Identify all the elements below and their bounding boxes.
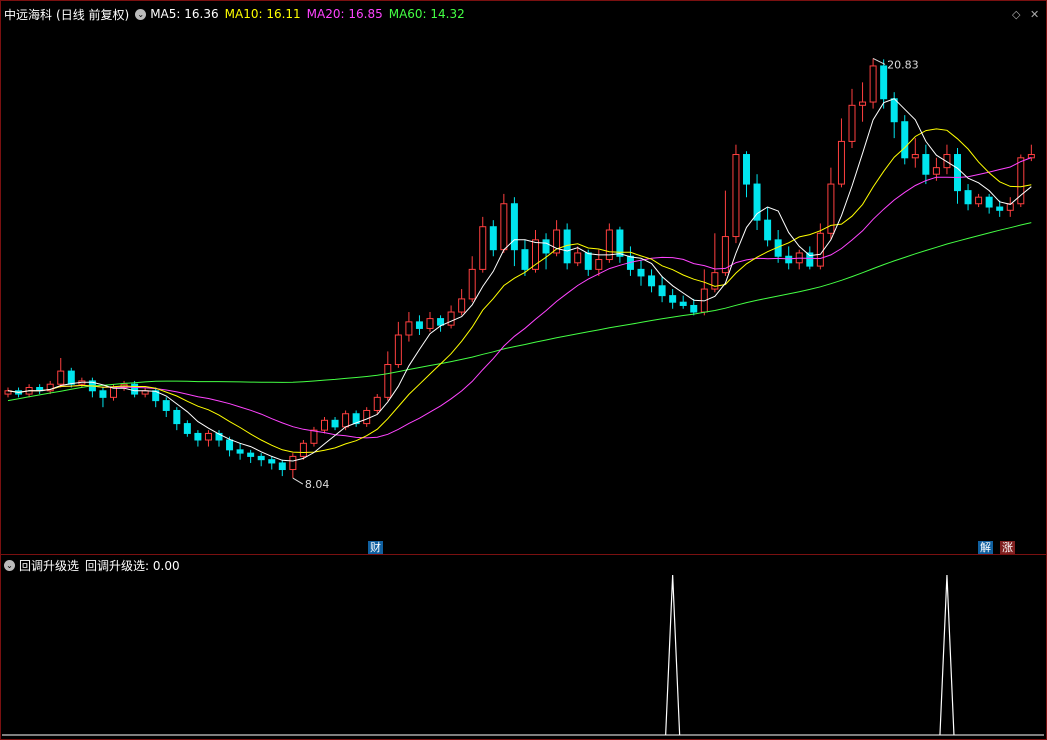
candle-body <box>500 203 508 251</box>
candle-body <box>880 65 888 100</box>
candle-body <box>975 196 983 205</box>
indicator-spike <box>939 574 955 736</box>
candle-body <box>479 226 487 270</box>
candle-body <box>67 370 75 385</box>
candle-body <box>911 154 919 159</box>
candle-body <box>922 154 930 175</box>
candle-body <box>405 321 413 336</box>
ma20-line <box>7 157 1032 439</box>
candle-body <box>1027 154 1035 159</box>
candle-body <box>996 206 1004 211</box>
candle-body <box>732 154 740 238</box>
candle-body <box>584 252 592 270</box>
candle-body <box>437 318 445 326</box>
candle-body <box>110 387 117 398</box>
candle-body <box>321 419 328 431</box>
candle-body <box>373 396 381 411</box>
candle-body <box>595 259 603 270</box>
ma10-line <box>7 128 1032 454</box>
candle-body <box>331 419 339 428</box>
candle-body <box>363 409 371 425</box>
candle-body <box>194 432 202 441</box>
candle-body <box>299 442 307 457</box>
candle-body <box>785 255 793 264</box>
high-price-label: 20.83 <box>887 58 919 71</box>
candle-body <box>289 455 297 471</box>
candle-body <box>648 275 656 287</box>
candle-body <box>226 439 234 451</box>
candle-body <box>521 249 529 270</box>
candle-body <box>679 301 687 306</box>
indicator-spike <box>665 574 681 736</box>
candle-body <box>510 203 518 251</box>
candle-body <box>268 459 276 464</box>
candle-body <box>932 167 940 175</box>
candle-body <box>426 318 434 329</box>
candlestick-chart[interactable]: 20.83 8.04 <box>0 0 1047 740</box>
candle-body <box>764 219 772 241</box>
candle-body <box>394 334 402 366</box>
candle-body <box>637 268 645 277</box>
candle-body <box>162 400 170 411</box>
ma5-line <box>7 98 1032 462</box>
candle-body <box>342 413 350 428</box>
candle-body <box>99 390 107 398</box>
candle-body <box>816 232 824 267</box>
candle-body <box>964 190 972 205</box>
candle-body <box>658 285 666 297</box>
candle-body <box>574 252 582 264</box>
candle-body <box>901 121 909 159</box>
candle-body <box>447 311 455 326</box>
candle-body <box>57 370 65 385</box>
candle-body <box>204 432 212 441</box>
low-price-label: 8.04 <box>305 478 330 491</box>
low-pointer <box>292 477 304 485</box>
candle-body <box>954 154 961 192</box>
candle-body <box>753 183 761 221</box>
candle-body <box>837 140 845 185</box>
candle-body <box>458 298 466 313</box>
candle-body <box>985 196 993 208</box>
candle-body <box>310 429 318 444</box>
candle-body <box>183 423 191 434</box>
candle-body <box>468 268 476 300</box>
candle-body <box>247 452 255 457</box>
candle-body <box>690 304 698 313</box>
candle-body <box>236 449 244 454</box>
candle-body <box>890 98 898 123</box>
candle-body <box>869 65 877 103</box>
candle-body <box>669 295 677 303</box>
candle-body <box>489 226 497 251</box>
candle-body <box>384 364 392 398</box>
candle-body <box>415 321 423 329</box>
candle-body <box>278 462 286 471</box>
candle-body <box>943 154 951 169</box>
candle-body <box>173 409 181 425</box>
candle-body <box>542 239 550 254</box>
candle-body <box>859 101 867 106</box>
candle-body <box>131 383 139 395</box>
candle-body <box>257 455 265 461</box>
candle-body <box>743 154 750 185</box>
candle-body <box>848 104 856 142</box>
ma60-line <box>7 222 1032 402</box>
